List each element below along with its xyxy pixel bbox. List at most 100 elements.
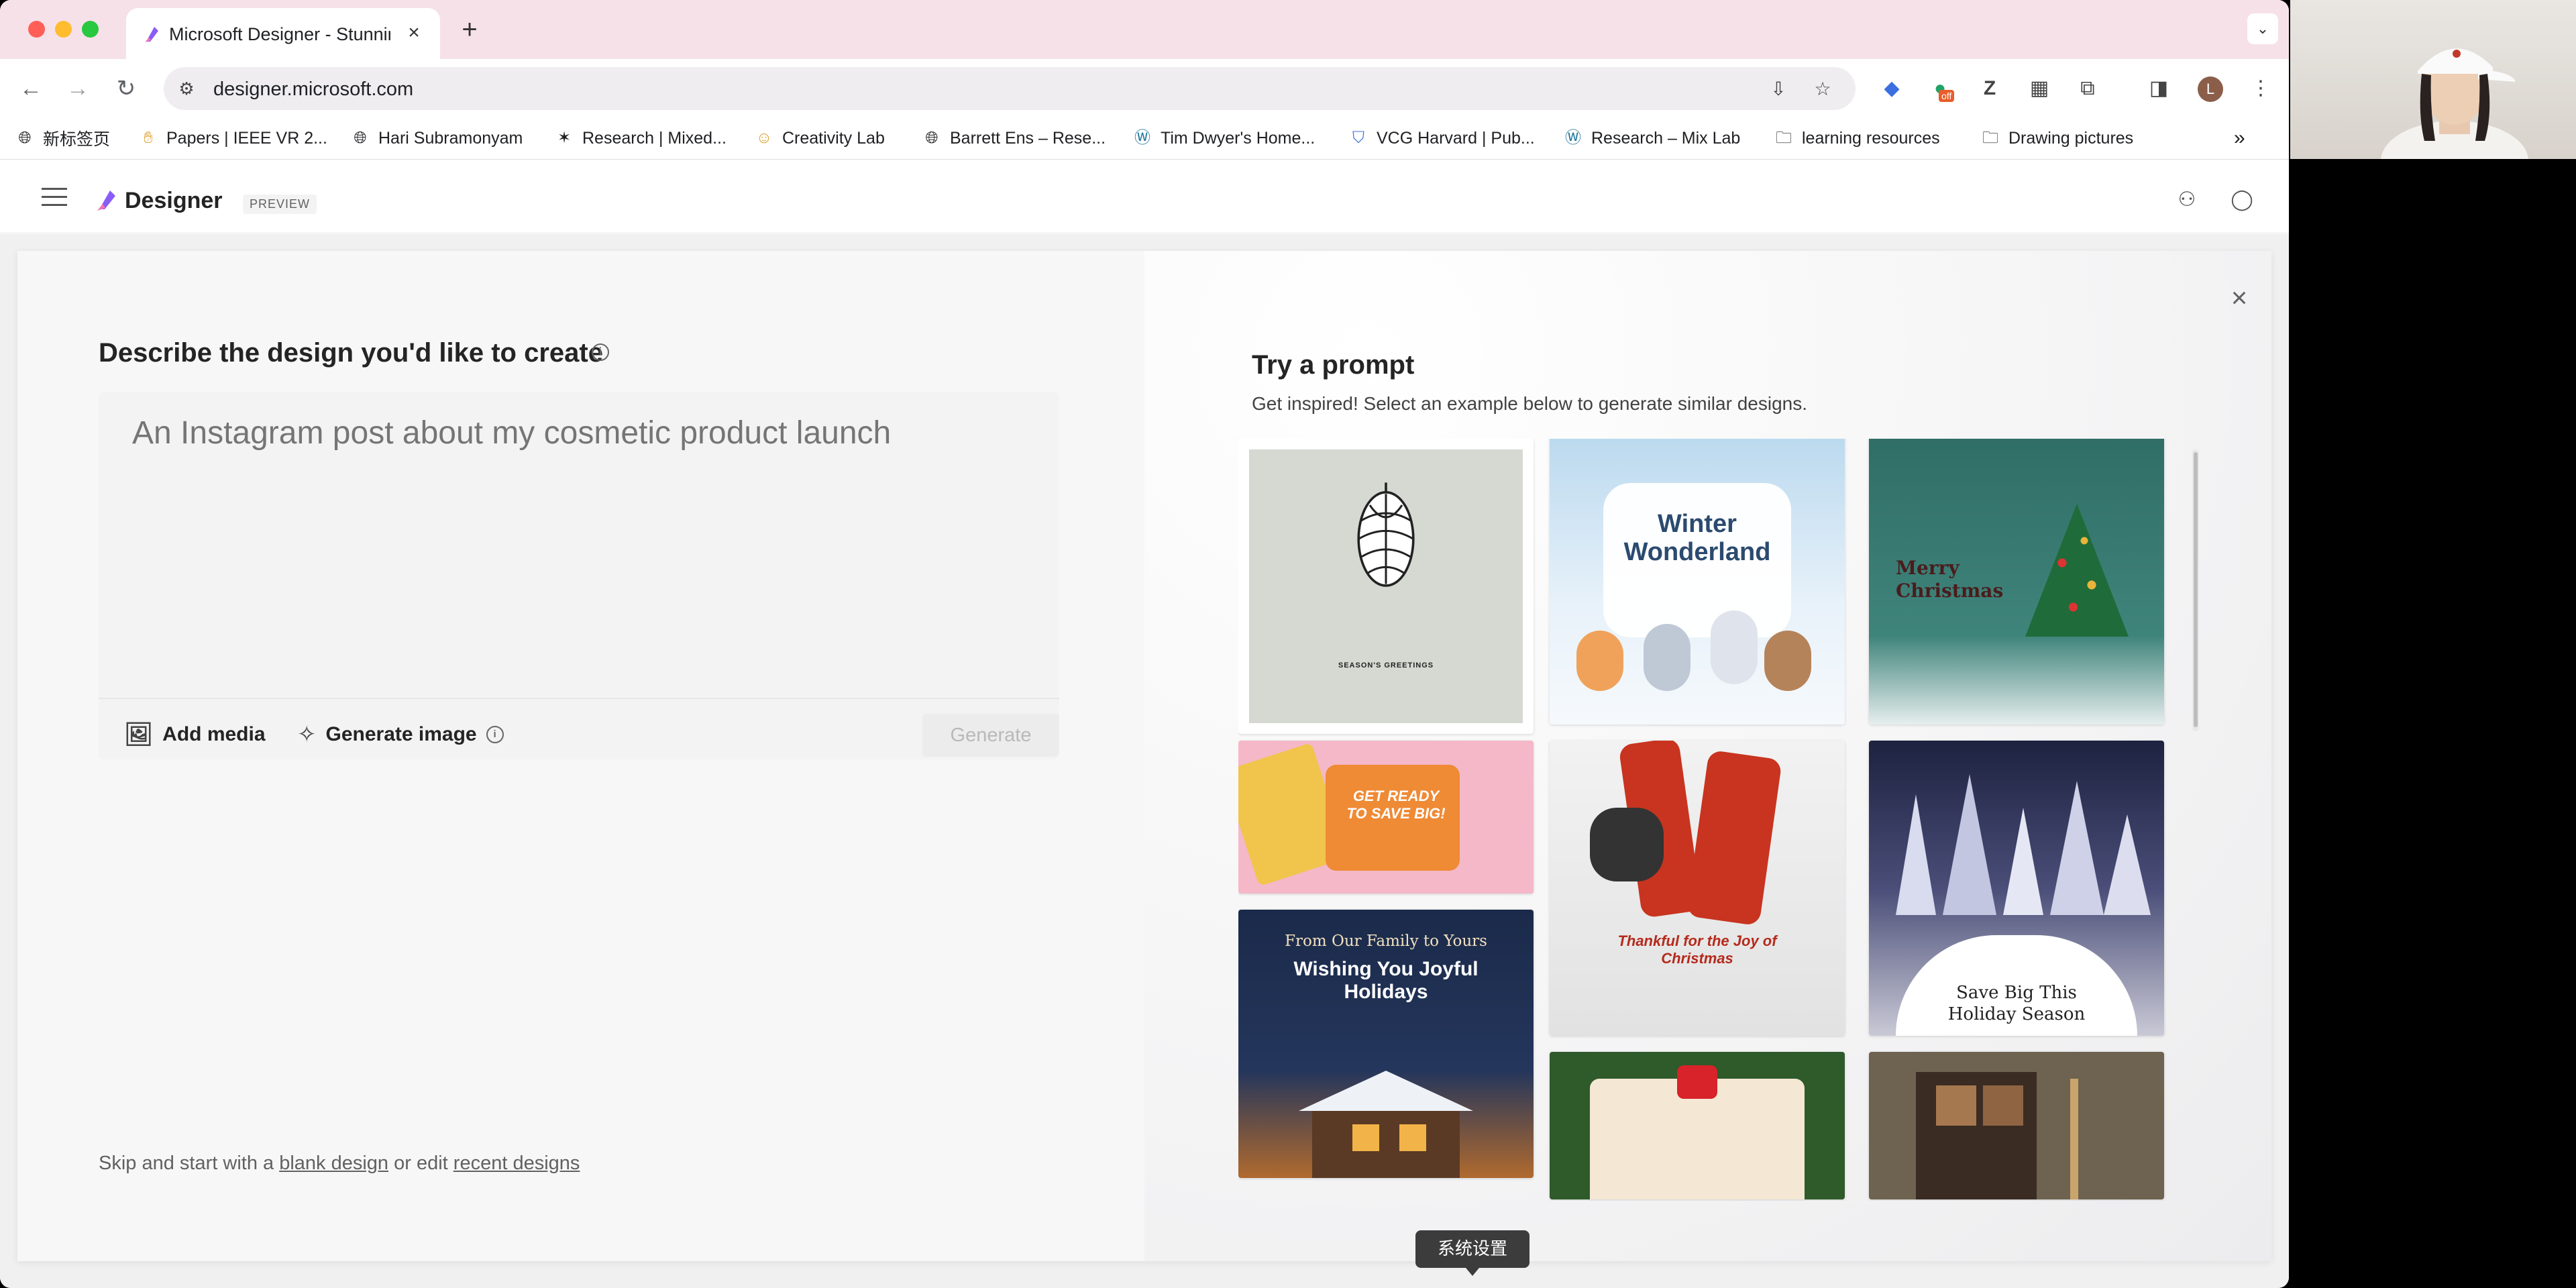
person-video-feed	[2381, 48, 2528, 159]
prompt-tile[interactable]: From Our Family to Yours Wishing You Joy…	[1238, 910, 1534, 1178]
prompt-tile[interactable]: Winter Wonderland	[1550, 439, 1845, 724]
folder-icon: 🗀	[1776, 129, 1792, 147]
bookmark-item[interactable]: ✋︎ Papers | IEEE VR 2...	[138, 125, 327, 152]
extension-grammarly-icon[interactable]: ● off	[1927, 75, 1955, 102]
prompt-tile[interactable]: Merry Christmas	[1869, 439, 2164, 724]
globe-icon: 🌐︎	[18, 129, 32, 147]
address-bar[interactable]: ⚙ designer.microsoft.com ⇩ ☆	[164, 67, 1856, 110]
back-arrow-icon[interactable]: ←	[16, 74, 46, 103]
extensions-puzzle-icon[interactable]: ⧉	[2074, 75, 2101, 102]
prompt-tile[interactable]	[1550, 1052, 1845, 1199]
tile-caption: Save Big This Holiday Season	[1947, 983, 2086, 1024]
bookmark-item[interactable]: 🌐︎ Hari Subramonyam	[350, 125, 523, 152]
extension-diamond-icon[interactable]: ◆	[1878, 75, 1905, 102]
system-settings-tooltip: 系统设置	[1415, 1230, 1529, 1276]
tab-strip: Microsoft Designer - Stunning × + ⌄	[0, 0, 2289, 59]
sparkle-icon: ✧	[297, 722, 317, 747]
main-area: Describe the design you'd like to create…	[0, 234, 2289, 1288]
minimize-window-button[interactable]	[55, 21, 72, 38]
bookmark-folder[interactable]: 🗀 learning resources	[1774, 125, 1940, 152]
recent-designs-link[interactable]: recent designs	[453, 1152, 580, 1174]
more-bookmarks-chevron-icon[interactable]: »	[2234, 125, 2245, 152]
bookmark-folder[interactable]: 🗀 Drawing pictures	[1980, 125, 2133, 152]
browser-tab-active[interactable]: Microsoft Designer - Stunning ×	[126, 8, 440, 59]
prompt-tile[interactable]: SEASON'S GREETINGS	[1238, 439, 1534, 734]
cabin-illustration	[1312, 1104, 1460, 1178]
tab-title: Microsoft Designer - Stunning	[169, 24, 390, 44]
browser-window: Microsoft Designer - Stunning × + ⌄ ← → …	[0, 0, 2289, 1288]
generate-image-button[interactable]: ✧ Generate image i	[297, 718, 504, 751]
site-info-icon[interactable]: ⚙	[176, 78, 197, 99]
bookmarks-bar: 🌐︎ 新标签页 ✋︎ Papers | IEEE VR 2... 🌐︎ Hari Su…	[0, 118, 2289, 160]
bookmark-star-icon[interactable]: ☆	[1811, 78, 1834, 101]
info-icon[interactable]: i	[486, 726, 504, 743]
tile-caption: From Our Family to Yours Wishing You Joy…	[1285, 932, 1487, 1003]
face-icon: ☺	[755, 129, 773, 147]
wordpress-icon: Ⓦ	[1565, 129, 1581, 147]
extension-off-badge: off	[1939, 90, 1955, 102]
browser-menu-icon[interactable]: ⋮	[2247, 75, 2274, 102]
divider	[99, 698, 1059, 699]
account-icon[interactable]: ◯	[2227, 185, 2257, 215]
prompt-input[interactable]	[132, 415, 1031, 669]
create-dialog: Describe the design you'd like to create…	[17, 251, 2271, 1261]
prompt-gallery: SEASON'S GREETINGS Winter Wonderland Mer…	[1238, 439, 2191, 1201]
url-text: designer.microsoft.com	[213, 78, 414, 100]
close-icon[interactable]: ×	[2224, 283, 2254, 313]
try-prompt-subtitle: Get inspired! Select an example below to…	[1252, 393, 1807, 414]
extension-layout-icon[interactable]: ▦	[2026, 75, 2053, 102]
side-panel-icon[interactable]: ◨	[2145, 75, 2172, 102]
info-icon[interactable]: i	[592, 343, 609, 361]
bookmark-item[interactable]: Ⓦ Tim Dwyer's Home...	[1132, 125, 1315, 152]
prompt-tile[interactable]	[1869, 1052, 2164, 1199]
try-prompt-pane: × Try a prompt Get inspired! Select an e…	[1144, 251, 2271, 1261]
tile-caption: Merry Christmas	[1896, 557, 2004, 602]
blank-design-link[interactable]: blank design	[279, 1152, 388, 1174]
tab-search-button[interactable]: ⌄	[2247, 13, 2278, 44]
globe-icon: 🌐︎	[354, 129, 367, 147]
prompt-tile[interactable]: Thankful for the Joy of Christmas	[1550, 741, 1845, 1036]
prompt-tile[interactable]: Save Big This Holiday Season	[1869, 741, 2164, 1036]
gallery-scrollbar-thumb[interactable]	[2194, 452, 2198, 727]
generate-button[interactable]: Generate	[922, 714, 1059, 757]
webcam-overlay	[2290, 0, 2576, 159]
describe-title: Describe the design you'd like to create	[99, 338, 603, 368]
close-window-button[interactable]	[28, 21, 45, 38]
folder-icon: 🗀	[1982, 129, 1998, 147]
bow-icon	[1677, 1065, 1717, 1099]
app-header: Designer PREVIEW ⚇ ◯	[0, 161, 2289, 233]
bookmark-item[interactable]: Ⓦ Research – Mix Lab	[1563, 125, 1740, 152]
tile-caption: Winter Wonderland	[1623, 510, 1771, 566]
tile-caption: GET READY TO SAVE BIG!	[1346, 788, 1446, 822]
preview-badge: PREVIEW	[243, 195, 317, 214]
star-icon: ✶	[557, 129, 572, 147]
shield-icon: ⛉	[1352, 129, 1364, 147]
snowy-trees-illustration	[1896, 774, 2151, 915]
share-people-icon[interactable]: ⚇	[2172, 185, 2202, 215]
christmas-tree-icon	[2025, 504, 2129, 637]
install-app-icon[interactable]: ⇩	[1767, 78, 1790, 101]
forward-arrow-icon[interactable]: →	[63, 74, 93, 103]
bookmark-item[interactable]: 🌐︎ 新标签页	[15, 125, 110, 152]
skip-line: Skip and start with a blank design or ed…	[99, 1152, 580, 1174]
hamburger-menu-icon[interactable]	[42, 188, 67, 207]
extension-zotero-icon[interactable]: Z	[1976, 75, 2003, 102]
try-prompt-title: Try a prompt	[1252, 350, 1415, 380]
new-tab-button[interactable]: +	[456, 16, 483, 43]
prompt-tile[interactable]: GET READY TO SAVE BIG!	[1238, 741, 1534, 894]
globe-icon: 🌐︎	[925, 129, 938, 147]
add-media-button[interactable]: 🖼︎ Add media	[124, 718, 266, 751]
fox-illustration	[1576, 631, 1623, 691]
hand-icon: ✋︎	[144, 129, 153, 147]
prompt-box: 🖼︎ Add media ✧ Generate image i Generate	[99, 392, 1059, 759]
image-add-icon: 🖼︎	[124, 722, 154, 747]
bookmark-item[interactable]: ✶ Research | Mixed...	[554, 125, 727, 152]
describe-pane: Describe the design you'd like to create…	[17, 251, 1144, 1261]
tab-close-icon[interactable]: ×	[402, 21, 425, 44]
profile-avatar[interactable]: L	[2198, 76, 2223, 102]
bookmark-item[interactable]: ⛉ VCG Harvard | Pub...	[1348, 125, 1535, 152]
maximize-window-button[interactable]	[82, 21, 99, 38]
bookmark-item[interactable]: 🌐︎ Barrett Ens – Rese...	[922, 125, 1106, 152]
reload-icon[interactable]: ↻	[111, 74, 141, 103]
bookmark-item[interactable]: ☺ Creativity Lab	[754, 125, 885, 152]
